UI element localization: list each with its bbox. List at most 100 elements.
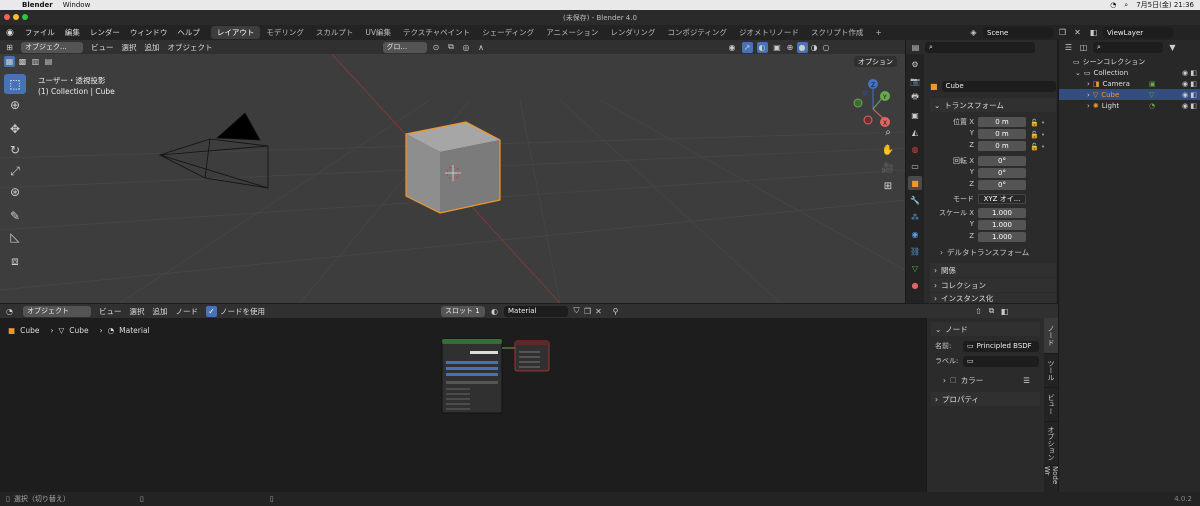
light-data-icon[interactable]: ◔ (1149, 102, 1155, 110)
node-menu-add[interactable]: 追加 (153, 306, 168, 317)
mac-app-name[interactable]: Blender (22, 1, 53, 9)
breadcrumb-mesh[interactable]: Cube (69, 326, 88, 335)
camera-view-icon[interactable]: 🎥 (879, 160, 897, 177)
transform-tool-icon[interactable]: ⊛ (4, 182, 26, 202)
delta-transform-section[interactable]: › デルタトランスフォーム (940, 247, 1029, 258)
scene-icon[interactable]: ◈ (968, 27, 979, 38)
pan-hand-icon[interactable]: ✋ (879, 142, 897, 159)
rotation-z-field[interactable]: 0° (978, 180, 1026, 190)
select-box-icon[interactable]: ▦ (4, 56, 15, 67)
viewport-menu-object[interactable]: オブジェクト (168, 42, 213, 53)
minimize-window-button[interactable] (13, 14, 19, 20)
mac-datetime[interactable]: 7月5日(金) 21:36 (1136, 0, 1194, 10)
menu-render[interactable]: レンダー (85, 27, 125, 38)
physics-tab-icon[interactable]: ◉ (908, 227, 922, 241)
rotation-mode-dropdown[interactable]: XYZ オイ... (978, 194, 1026, 204)
viewport-options-button[interactable]: オプション (854, 56, 897, 67)
chevron-down-icon[interactable]: ⌄ (1075, 69, 1081, 77)
mesh-data-icon[interactable]: ▽ (1149, 91, 1154, 99)
list-icon[interactable]: ☰ (1023, 376, 1030, 385)
relations-section-header[interactable]: › 関係 (930, 263, 1056, 277)
visibility-eye-icon[interactable]: ◉ ◧ (1182, 91, 1197, 99)
backdrop-icon[interactable]: ⇧ (973, 306, 984, 317)
material-shading-icon[interactable]: ◑ (809, 42, 820, 53)
delete-scene-icon[interactable]: ✕ (1072, 27, 1083, 38)
chevron-right-icon[interactable]: › (1087, 91, 1090, 99)
use-nodes-checkbox[interactable]: ✓ (206, 305, 217, 317)
new-scene-icon[interactable]: ❐ (1057, 27, 1068, 38)
visibility-eye-icon[interactable]: ◉ ◧ (1182, 69, 1197, 77)
shader-node-editor[interactable]: ◔ オブジェクト ビュー 選択 追加 ノード ✓ ノードを使用 スロット 1 ◐… (0, 304, 1059, 492)
outliner-row-light[interactable]: › ✺ Light ◔ ◉ ◧ (1059, 100, 1200, 111)
camera-data-icon[interactable]: ▣ (1149, 80, 1156, 88)
data-tab-icon[interactable]: ▽ (908, 261, 922, 275)
scene-selector[interactable]: Scene (983, 27, 1053, 38)
constraints-tab-icon[interactable]: ⛓ (908, 244, 922, 258)
falloff-icon[interactable]: ∧ (476, 42, 487, 53)
collection-tab-icon[interactable]: ▭ (908, 159, 922, 173)
lock-icon[interactable]: 🔓 • (1030, 117, 1054, 129)
location-z-field[interactable]: 0 m (978, 141, 1026, 151)
material-browse-icon[interactable]: ◐ (489, 306, 500, 317)
node-editor-type-icon[interactable]: ◔ (4, 306, 15, 317)
add-cube-tool-icon[interactable]: ⧈ (4, 251, 26, 271)
node-graph[interactable] (440, 338, 555, 416)
workspace-tab-compositing[interactable]: コンポジティング (661, 26, 733, 39)
color-section-header[interactable]: › ☐ カラー ☰ (943, 375, 1040, 386)
fake-user-icon[interactable]: ⛉ (571, 306, 582, 317)
select-tool-icon[interactable]: ⬚ (4, 74, 26, 94)
ortho-grid-icon[interactable]: ⊞ (879, 178, 897, 195)
solid-shading-icon[interactable]: ● (796, 41, 808, 53)
editor-type-icon[interactable]: ⊞ (4, 42, 15, 53)
3d-viewport[interactable]: Z Y X ⊞ オブジェク... ビュー 選択 追加 オブジェクト グロ... … (0, 40, 905, 303)
node-object-mode-dropdown[interactable]: オブジェクト (23, 305, 91, 317)
scale-y-field[interactable]: 1.000 (978, 220, 1026, 230)
chevron-right-icon[interactable]: › (1087, 80, 1090, 88)
outliner-row-collection[interactable]: ⌄ ▭ Collection ◉ ◧ (1059, 67, 1200, 78)
menu-file[interactable]: ファイル (20, 27, 60, 38)
xray-icon[interactable]: ▣ (772, 42, 783, 53)
properties-editor-type-icon[interactable]: ▤ (910, 42, 921, 53)
measure-tool-icon[interactable]: ◺ (4, 227, 26, 247)
viewport-menu-view[interactable]: ビュー (91, 42, 114, 53)
node-section-header[interactable]: ⌄ ノード (931, 322, 1040, 336)
scale-x-field[interactable]: 1.000 (978, 208, 1026, 218)
properties-section-header[interactable]: › プロパティ (931, 392, 1040, 406)
vtab-node[interactable]: ノード (1044, 318, 1058, 354)
instancing-section-header[interactable]: › インスタンス化 (930, 293, 1056, 303)
wireframe-shading-icon[interactable]: ⊕ (785, 42, 796, 53)
overlay-toggle-icon[interactable]: ◐ (756, 41, 768, 53)
gizmo-toggle-icon[interactable]: ↗ (741, 41, 753, 53)
output-tab-icon[interactable]: 🖶 (908, 91, 922, 105)
snap-icon[interactable]: ⧉ (446, 42, 457, 53)
viewport-menu-add[interactable]: 追加 (145, 42, 160, 53)
blender-logo-icon[interactable]: ◉ (0, 28, 20, 38)
view-layer-selector[interactable]: ViewLayer (1103, 27, 1173, 38)
material-tab-icon[interactable]: ● (908, 278, 922, 292)
node-name-field[interactable]: ▭ Principled BSDF (963, 340, 1039, 352)
display-mode-icon[interactable]: ◫ (1078, 42, 1089, 53)
breadcrumb-material[interactable]: Material (119, 326, 149, 335)
workspace-tab-shading[interactable]: シェーディング (476, 26, 540, 39)
wifi-icon[interactable]: ◔ (1110, 1, 1116, 9)
vtab-view[interactable]: ビュー (1044, 388, 1058, 422)
modifier-tab-icon[interactable]: 🔧 (908, 193, 922, 207)
particles-tab-icon[interactable]: ⁂ (908, 210, 922, 224)
workspace-tab-geometry-nodes[interactable]: ジオメトリノード (733, 26, 805, 39)
scene-collection-row[interactable]: ▭ シーンコレクション (1059, 56, 1200, 67)
transform-section-header[interactable]: ⌄ トランスフォーム (930, 98, 1056, 112)
scene-tab-icon[interactable]: ◭ (908, 125, 922, 139)
visibility-eye-icon[interactable]: ◉ ◧ (1182, 80, 1197, 88)
view-layer-tab-icon[interactable]: ▣ (908, 108, 922, 122)
workspace-tab-modeling[interactable]: モデリング (260, 26, 310, 39)
menu-help[interactable]: ヘルプ (172, 27, 205, 38)
close-window-button[interactable] (4, 14, 10, 20)
vtab-tool[interactable]: ツール (1044, 354, 1058, 388)
lock-icon[interactable]: 🔓 • (1030, 141, 1054, 153)
rotation-x-field[interactable]: 0° (978, 156, 1026, 166)
viewport-scene[interactable]: Z Y X (0, 40, 905, 303)
filter-icon[interactable]: ▼ (1167, 42, 1178, 53)
move-tool-icon[interactable]: ✥ (4, 119, 26, 139)
workspace-tab-sculpt[interactable]: スカルプト (310, 26, 360, 39)
pin-icon[interactable]: ⚲ (610, 306, 621, 317)
